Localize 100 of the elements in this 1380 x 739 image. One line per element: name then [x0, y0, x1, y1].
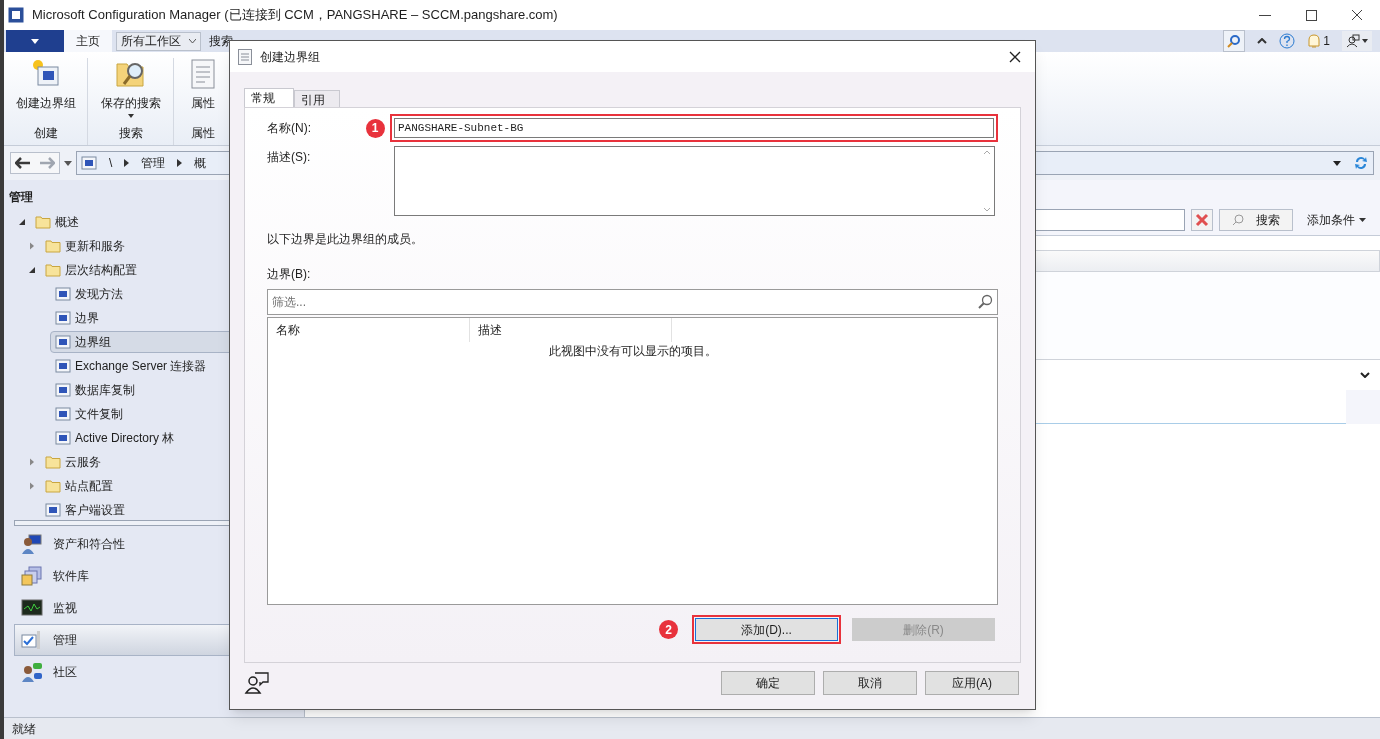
collapsed-arrow-icon[interactable]	[28, 482, 36, 490]
feedback-button[interactable]	[1342, 31, 1372, 51]
dialog-title: 创建边界组	[260, 48, 320, 66]
folder-icon	[45, 239, 61, 253]
workspace-nav-item[interactable]: 资产和符合性	[14, 528, 294, 560]
name-field[interactable]: PANGSHARE-Subnet-BG	[394, 118, 994, 138]
tree-item[interactable]: 概述	[30, 211, 302, 233]
collapsed-arrow-icon[interactable]	[28, 458, 36, 466]
step-badge: 1	[365, 118, 385, 138]
workspace-dropdown[interactable]: 所有工作区	[116, 31, 201, 51]
monitor-icon	[81, 155, 97, 171]
dialog-button[interactable]: 应用(A)	[925, 671, 1019, 695]
refresh-icon[interactable]	[1353, 155, 1369, 171]
dialog-button[interactable]: 添加(D)...	[695, 618, 838, 641]
breadcrumb-item[interactable]: 概	[194, 154, 207, 172]
stacked-pages-icon	[21, 565, 43, 587]
ribbon-button[interactable]: 保存的搜索	[100, 58, 161, 118]
tree-item[interactable]: 站点配置	[40, 475, 302, 497]
tree-item[interactable]: 云服务	[40, 451, 302, 473]
minimize-icon	[1259, 14, 1271, 16]
close-icon	[1351, 9, 1363, 21]
ribbon-button[interactable]: 属性	[186, 58, 219, 118]
people-chat-icon	[21, 661, 43, 683]
filter-placeholder: 筛选...	[272, 294, 307, 311]
forward-arrow-icon	[39, 157, 55, 169]
monitor-icon	[55, 382, 71, 398]
user-feedback-icon[interactable]	[244, 671, 270, 695]
panel-title: 管理	[8, 189, 34, 206]
column-header[interactable]: 名称	[268, 318, 470, 342]
tree-item[interactable]: Active Directory 林	[50, 427, 302, 449]
dialog-button[interactable]: 确定	[721, 671, 815, 695]
filter-field[interactable]: 筛选...	[267, 289, 998, 315]
scroll-down-icon[interactable]	[983, 207, 991, 212]
dropdown-caret-icon[interactable]	[1333, 160, 1341, 166]
search-icon	[1232, 213, 1244, 226]
monitor-graph-icon	[21, 597, 43, 619]
expanded-arrow-icon[interactable]	[18, 218, 26, 226]
breadcrumb-item[interactable]: 管理	[141, 154, 166, 172]
dialog-button[interactable]: 取消	[823, 671, 917, 695]
clear-icon	[1195, 212, 1209, 227]
monitor-icon	[55, 334, 71, 350]
close-icon	[1009, 50, 1021, 63]
tree-item[interactable]: 客户端设置	[40, 499, 302, 520]
help-icon[interactable]	[1279, 33, 1296, 49]
maximize-icon	[1305, 9, 1317, 21]
tab[interactable]: 引用	[294, 90, 340, 107]
folder-icon	[45, 479, 61, 493]
column-header[interactable]: 描述	[470, 318, 672, 342]
monitor-icon	[55, 358, 71, 374]
chevron-down-icon[interactable]	[1360, 372, 1370, 378]
window-title: Microsoft Configuration Manager (已连接到 CCM，PANGSHARE – SCCM.pangshare.com)	[32, 6, 558, 25]
tree-item[interactable]: 数据库复制	[50, 379, 302, 401]
checklist-icon	[21, 629, 43, 651]
tree-item[interactable]: Exchange Server 连接器	[50, 355, 302, 377]
search-icon	[1227, 34, 1242, 48]
monitor-icon	[55, 406, 71, 422]
workspace-nav-item[interactable]: 监视	[14, 592, 294, 624]
folder-icon	[45, 455, 61, 469]
monitor-icon	[45, 502, 61, 518]
monitor-icon	[55, 310, 71, 326]
add-criteria-button[interactable]: 添加条件	[1307, 210, 1366, 229]
clear-button[interactable]	[1191, 208, 1213, 231]
tab[interactable]: 常规	[244, 88, 294, 107]
field-label: 边界(B):	[267, 266, 312, 283]
ribbon-button[interactable]: 创建边界组	[15, 58, 76, 118]
folder-icon	[35, 215, 51, 229]
ribbon-group-label: 创建	[33, 125, 58, 142]
step-badge: 2	[659, 620, 678, 639]
notification-count: 1	[1323, 33, 1330, 50]
workspace-nav-item[interactable]: 社区	[14, 656, 294, 688]
scroll-up-icon[interactable]	[983, 150, 991, 155]
ribbon-group-label: 属性	[190, 125, 215, 142]
app-icon	[8, 7, 24, 23]
caret-icon	[31, 38, 39, 44]
description-field[interactable]	[394, 146, 995, 216]
status-text: 就绪	[12, 720, 36, 738]
monitor-icon	[55, 430, 71, 446]
tree-item[interactable]: 文件复制	[50, 403, 302, 425]
breadcrumb-item[interactable]: \	[109, 154, 113, 172]
expanded-arrow-icon[interactable]	[28, 266, 36, 274]
caret-icon	[1362, 39, 1368, 43]
chevron-icon	[177, 159, 183, 167]
collapsed-arrow-icon[interactable]	[28, 242, 36, 250]
search-button[interactable]	[1223, 30, 1246, 52]
search-icon	[977, 294, 993, 310]
info-text: 以下边界是此边界组的成员。	[267, 231, 424, 248]
person-chat-icon	[1346, 34, 1360, 48]
monitor-icon	[55, 286, 71, 302]
folder-icon	[45, 263, 61, 277]
field-label: 名称(N):	[267, 120, 312, 137]
ribbon-group-label: 搜索	[118, 125, 143, 142]
caret-icon[interactable]	[64, 160, 72, 166]
search-button[interactable]: 搜索	[1219, 208, 1293, 231]
empty-message: 此视图中没有可以显示的项目。	[547, 343, 718, 360]
chevron-icon	[124, 159, 130, 167]
ribbon-tab[interactable]: 主页	[64, 30, 112, 52]
person-computer-icon	[21, 533, 43, 555]
collapse-ribbon-icon[interactable]	[1257, 38, 1268, 44]
back-arrow-icon	[15, 157, 31, 169]
field-label: 描述(S):	[267, 149, 312, 166]
